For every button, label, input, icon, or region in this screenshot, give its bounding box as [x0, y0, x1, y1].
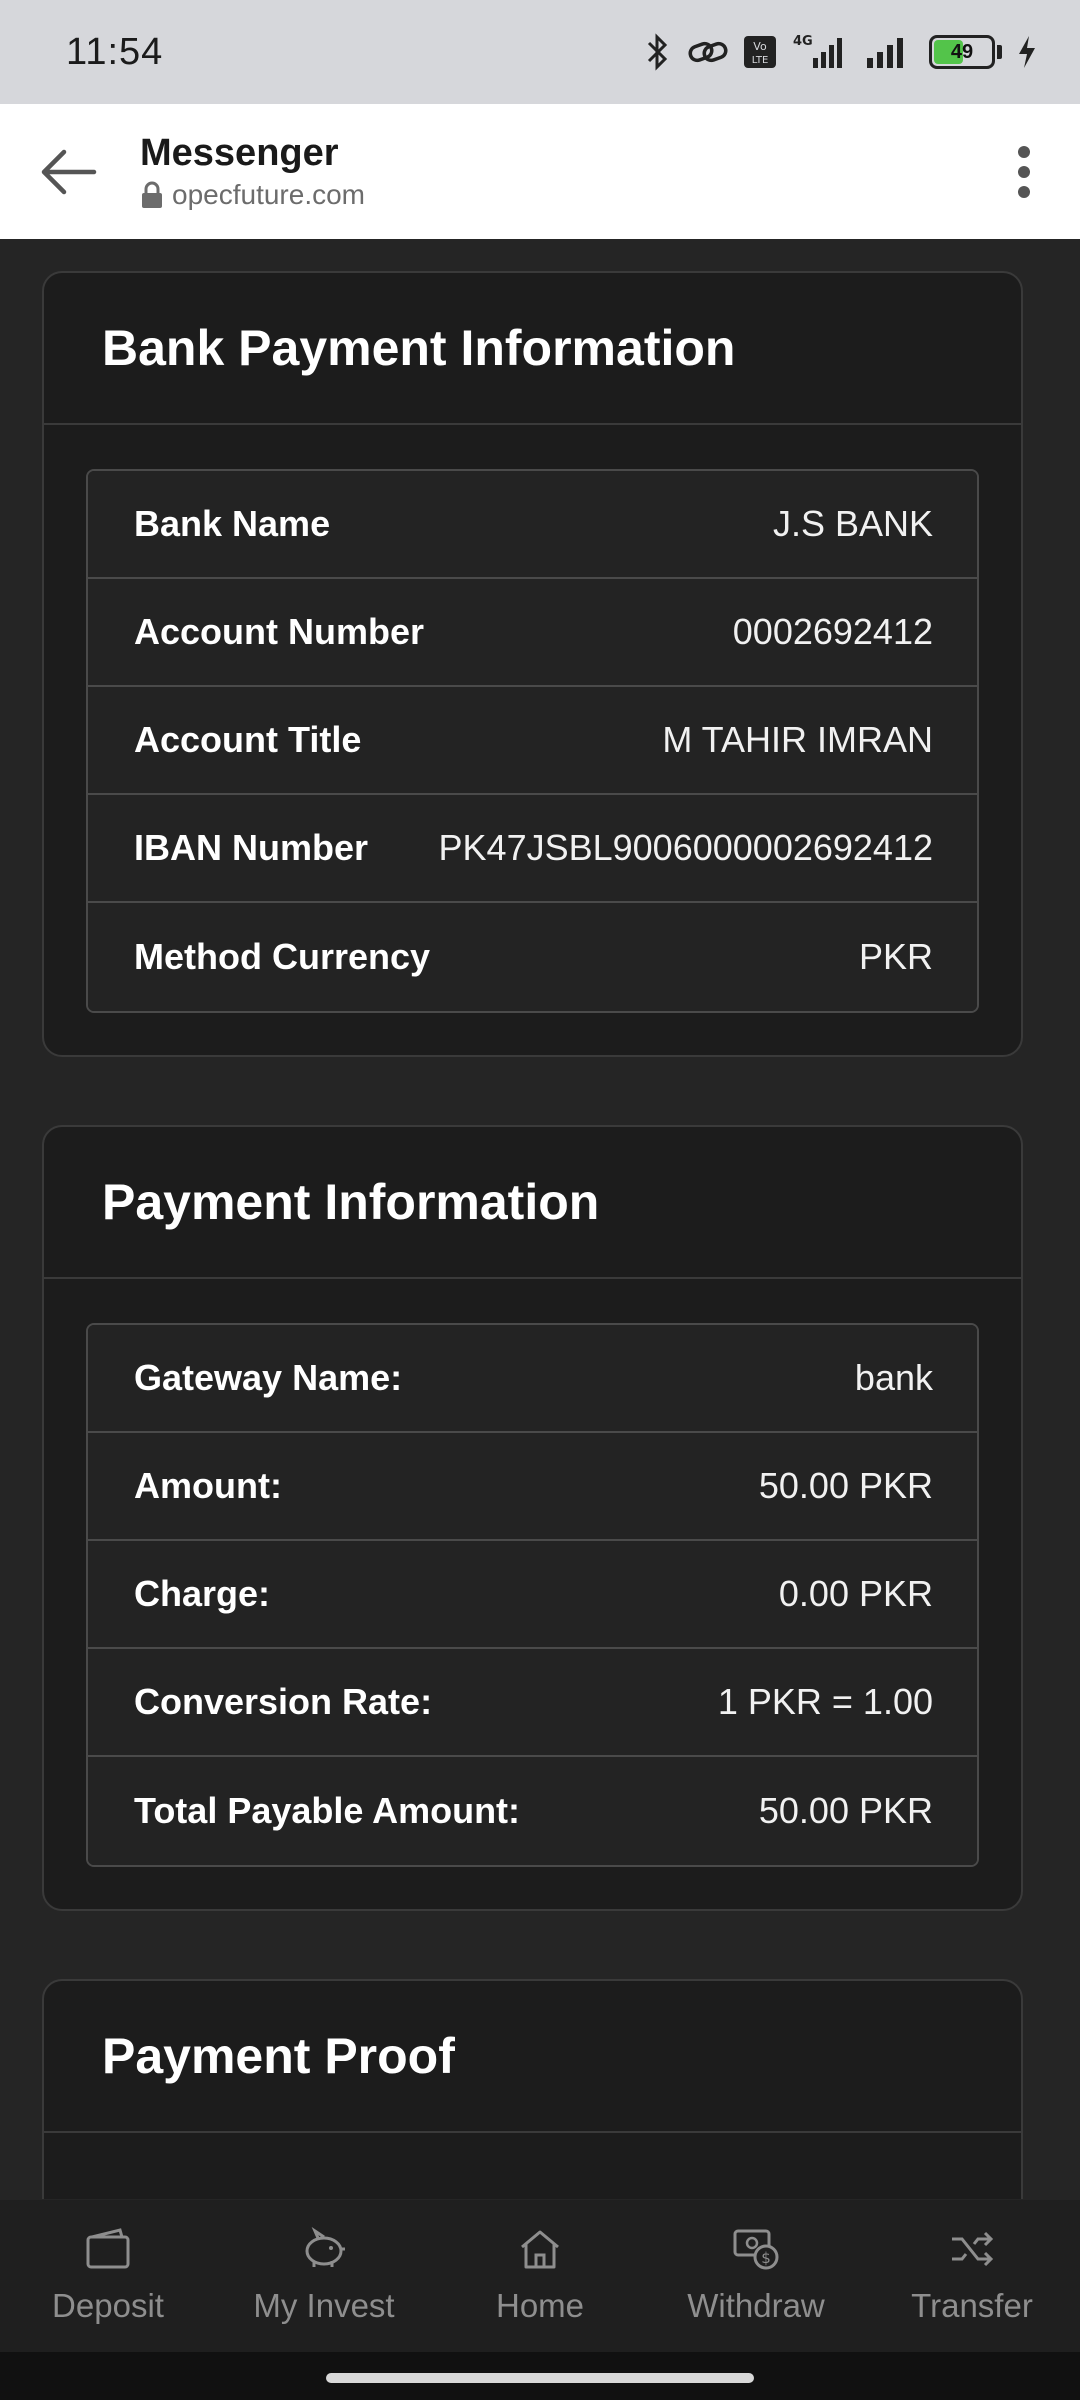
wallet-icon	[86, 2228, 130, 2269]
nav-label: My Invest	[253, 2287, 395, 2324]
row-value: 0002692412	[732, 611, 933, 652]
charging-icon	[1019, 36, 1035, 68]
payment-card-header: Payment Information	[44, 1127, 1021, 1279]
payment-info-table: Gateway Name: bank Amount: 50.00 PKR Cha…	[86, 1323, 979, 1867]
page-title: Messenger	[140, 132, 339, 174]
bank-card-header: Bank Payment Information	[44, 273, 1021, 425]
nav-label: Withdraw	[687, 2287, 825, 2324]
charge-row: Charge: 0.00 PKR	[88, 1541, 977, 1649]
nav-withdraw[interactable]: $ Withdraw	[656, 2227, 856, 2325]
total-payable-row: Total Payable Amount: 50.00 PKR	[88, 1757, 977, 1865]
svg-text:4G: 4G	[793, 34, 813, 49]
bank-name-row: Bank Name J.S BANK	[88, 471, 977, 579]
nav-label: Deposit	[52, 2287, 164, 2324]
row-label: Charge:	[134, 1573, 271, 1614]
browser-app-bar: Messenger opecfuture.com	[0, 104, 1080, 239]
row-label: Conversion Rate:	[134, 1681, 433, 1722]
shuffle-icon	[952, 2231, 994, 2267]
row-value: 0.00 PKR	[778, 1573, 933, 1614]
page-url: opecfuture.com	[140, 179, 365, 211]
row-label: Account Number	[134, 611, 425, 652]
lock-icon	[142, 181, 162, 208]
nav-transfer[interactable]: Transfer	[872, 2227, 1072, 2325]
volte-icon: Vo LTE	[744, 36, 776, 68]
nav-deposit[interactable]: Deposit	[8, 2227, 208, 2325]
piggy-bank-icon	[305, 2227, 345, 2267]
status-bar: 11:54 Vo LTE 4G 49	[0, 0, 1080, 104]
signal-icon	[867, 38, 903, 68]
back-arrow-icon[interactable]	[36, 140, 100, 204]
row-value: bank	[854, 1357, 933, 1398]
status-time: 11:54	[66, 30, 164, 73]
url-text: opecfuture.com	[172, 179, 365, 210]
battery-icon: 49	[929, 35, 995, 69]
nav-my-invest[interactable]: My Invest	[224, 2227, 424, 2325]
payment-info-card: Payment Information Gateway Name: bank A…	[42, 1125, 1023, 1911]
svg-text:$: $	[761, 2249, 771, 2267]
payment-proof-card: Payment Proof	[42, 1979, 1023, 2199]
row-label: Amount:	[134, 1465, 282, 1506]
battery-level: 49	[950, 40, 974, 63]
row-label: IBAN Number	[134, 827, 369, 868]
iban-number-row: IBAN Number PK47JSBL9006000002692412	[88, 795, 977, 903]
payment-card-title: Payment Information	[102, 1174, 600, 1230]
gesture-handle[interactable]	[326, 2373, 754, 2383]
row-label: Account Title	[134, 719, 362, 760]
bluetooth-icon	[647, 33, 668, 71]
row-label: Bank Name	[134, 503, 331, 544]
account-number-row: Account Number 0002692412	[88, 579, 977, 687]
cash-icon: $	[733, 2229, 779, 2270]
bank-info-table: Bank Name J.S BANK Account Number 000269…	[86, 469, 979, 1013]
page-content[interactable]: Bank Payment Information Bank Name J.S B…	[0, 239, 1080, 2199]
conversion-rate-row: Conversion Rate: 1 PKR = 1.00	[88, 1649, 977, 1757]
row-value: PKR	[858, 936, 933, 977]
gateway-name-row: Gateway Name: bank	[88, 1325, 977, 1433]
nav-label: Transfer	[911, 2287, 1033, 2324]
row-value: 50.00 PKR	[758, 1465, 933, 1506]
row-value: PK47JSBL9006000002692412	[438, 827, 933, 868]
row-value: J.S BANK	[772, 503, 933, 544]
account-title-row: Account Title M TAHIR IMRAN	[88, 687, 977, 795]
amount-row: Amount: 50.00 PKR	[88, 1433, 977, 1541]
row-label: Gateway Name:	[134, 1357, 403, 1398]
signal-4g-icon: 4G	[793, 34, 842, 68]
row-value: 1 PKR = 1.00	[717, 1681, 933, 1722]
bank-payment-card: Bank Payment Information Bank Name J.S B…	[42, 271, 1023, 1057]
svg-text:Vo: Vo	[753, 40, 767, 53]
nav-label: Home	[495, 2287, 585, 2324]
proof-card-title: Payment Proof	[102, 2028, 455, 2084]
status-icons: Vo LTE 4G 49	[643, 32, 1038, 72]
nav-home[interactable]: Home	[440, 2227, 640, 2325]
row-label: Method Currency	[134, 936, 431, 977]
row-value: M TAHIR IMRAN	[662, 719, 933, 760]
proof-card-header: Payment Proof	[44, 1981, 1021, 2133]
link-icon	[688, 41, 728, 63]
method-currency-row: Method Currency PKR	[88, 903, 977, 1011]
bottom-navigation: Deposit My Invest Home $ Withdraw Transf…	[0, 2200, 1080, 2352]
svg-text:LTE: LTE	[752, 55, 769, 66]
bank-card-title: Bank Payment Information	[102, 320, 736, 376]
row-label: Total Payable Amount:	[134, 1790, 521, 1831]
row-value: 50.00 PKR	[758, 1790, 933, 1831]
battery-tip	[997, 45, 1002, 59]
home-icon	[521, 2230, 559, 2269]
app-bar-titles: Messenger opecfuture.com	[140, 132, 365, 211]
more-options-icon[interactable]	[1004, 140, 1044, 204]
